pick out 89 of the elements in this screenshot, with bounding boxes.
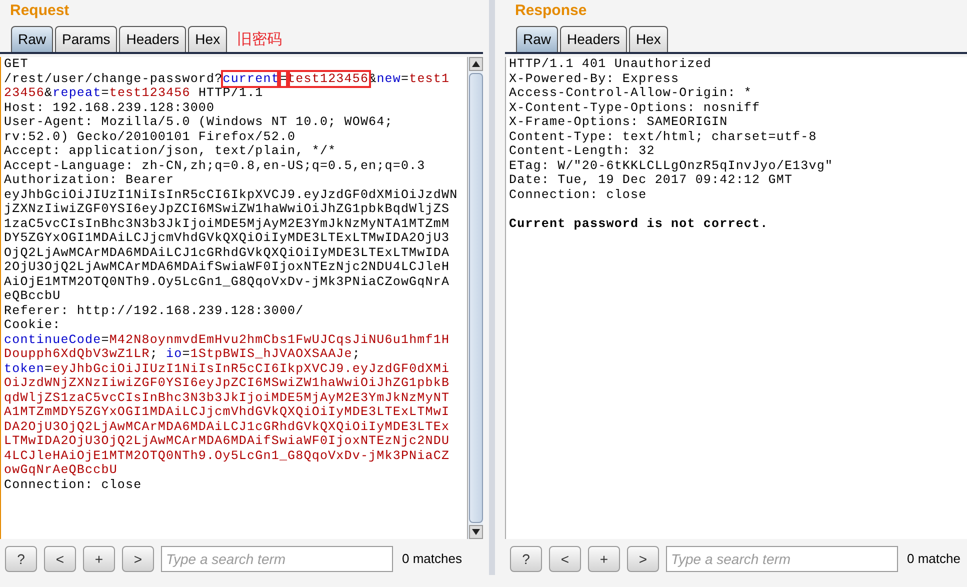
tab[interactable]: Hex	[188, 26, 228, 52]
match-count: 0 matche	[907, 550, 960, 568]
code-text: OiJzdWNjZXNzIiwiZGF0YSI6eyJpZCI6MSwiZW1haWwiOiJhZG1pbkB	[4, 376, 450, 390]
code-text: owGqNrAeQBccbU	[4, 463, 118, 477]
scroll-down-button[interactable]	[468, 525, 482, 539]
code-text: ;	[352, 347, 360, 361]
search-nav-button[interactable]: >	[122, 546, 154, 572]
code-text: &	[44, 86, 53, 100]
tab[interactable]: Raw	[11, 26, 54, 52]
code-text: io	[166, 347, 182, 361]
code-text: Accept-Language: zh-CN,zh;q=0.8,en-US;q=0.5,en;q=0.3	[4, 158, 426, 172]
code-text: M42N8oynmvdEmHvu2hmCbs1FwUJCqsJiNU6u1hmf1H	[109, 332, 450, 346]
code-text: Content-Type: text/html; charset=utf-8	[509, 130, 817, 144]
tab[interactable]: Hex	[628, 26, 668, 52]
search-nav-button[interactable]: +	[83, 546, 115, 572]
code-text: Current password is not correct.	[509, 216, 768, 230]
code-text: token	[4, 362, 45, 376]
code-text: =	[101, 332, 110, 346]
code-text: /rest/user/change-password?	[4, 72, 223, 86]
tab[interactable]: Headers	[560, 26, 627, 52]
code-text: 1StpBWIS_hJVAOXSAAJe	[190, 347, 352, 361]
highlighted-text: test123456	[288, 72, 369, 86]
code-text: continueCode	[4, 332, 102, 346]
code-text: Access-Control-Allow-Origin: *	[509, 86, 752, 100]
code-text: Authorization: Bearer	[4, 173, 174, 187]
code-text: Connection: close	[4, 478, 142, 492]
highlighted-text: current	[222, 72, 280, 86]
code-text: Content-Length: 32	[509, 144, 655, 158]
code-text: Connection: close	[509, 188, 647, 202]
code-text: test123456	[109, 86, 190, 100]
tab[interactable]: Params	[55, 26, 118, 52]
search-field[interactable]: Type a search term	[666, 546, 898, 572]
code-text: LTMwIDA2OjU3OjQ2LjAwMCArMDA6MDAifSwiaWF0IjoxNTEzNjc2NDU	[4, 434, 450, 448]
annotation-text: 旧密码	[237, 30, 282, 50]
code-text: DA2OjU3OjQ2LjAwMCArMDA6MDAiLCJ1cGRhdGVkQXQiOiIyMDE3LTEx	[4, 420, 450, 434]
scroll-up-button[interactable]	[468, 57, 482, 71]
code-text: new	[376, 72, 401, 86]
match-count: 0 matches	[402, 550, 462, 568]
tab[interactable]: Headers	[119, 26, 186, 52]
code-text: Date: Tue, 19 Dec 2017 09:42:12 GMT	[509, 173, 793, 187]
scrollbar-thumb[interactable]	[468, 73, 482, 523]
code-text: Referer: http://192.168.239.128:3000/	[4, 304, 304, 318]
code-text: X-Frame-Options: SAMEORIGIN	[509, 115, 728, 129]
code-text: X-Content-Type-Options: nosniff	[509, 100, 760, 114]
code-text: qdWljZS1zaC5vcCIsInBhc3N3b3JkIjoiMDE5MjAyM2E3YmJkNzMyNT	[4, 390, 450, 404]
search-nav-button[interactable]: ?	[510, 546, 542, 572]
up-triangle-icon	[472, 61, 480, 67]
code-text: eyJhbGciOiJIUzI1NiIsInR5cCI6IkpXVCJ9.eyJzdGF0dXMi	[52, 362, 450, 376]
code-text: 1zaC5vcCIsInBhc3N3b3JkIjoiMDE5MjAyM2E3YmJkNzMyNTA1MTZmM	[4, 216, 450, 230]
code-text: ;	[150, 347, 159, 361]
code-text: =	[182, 347, 190, 361]
code-text: Host: 192.168.239.128:3000	[4, 100, 215, 114]
code-text: =	[401, 72, 410, 86]
code-text: HTTP/1.1 401 Unauthorized	[509, 57, 712, 71]
code-text: A1MTZmMDY5ZGYxOGI1MDAiLCJjcmVhdGVkQXQiOiIyMDE3LTExLTMwI	[4, 405, 450, 419]
code-text: jZXNzIiwiZGF0YSI6eyJpZCI6MSwiZW1haWwiOiJhZG1pbkBqdWljZS	[4, 202, 450, 216]
search-nav-button[interactable]: >	[627, 546, 659, 572]
code-text: 23456	[4, 86, 45, 100]
code-text: repeat	[52, 86, 102, 100]
code-text: HTTP/1.1	[197, 86, 264, 100]
code-text: test1	[409, 72, 450, 86]
search-nav-button[interactable]: ?	[5, 546, 37, 572]
down-triangle-icon	[472, 529, 480, 535]
code-text: eyJhbGciOiJIUzI1NiIsInR5cCI6IkpXVCJ9.eyJzdGF0dXMiOiJzdWN	[4, 188, 458, 202]
tab[interactable]: Raw	[516, 26, 558, 52]
code-text: 2OjU3OjQ2LjAwMCArMDA6MDAifSwiaWF0IjoxNTEzNjc2NDU4LCJleH	[4, 260, 450, 274]
code-text: AiOjE1MTM2OTQ0NTh9.Oy5LcGn1_G8QqoVxDv-jMk3PNiaCZowGqNrA	[4, 274, 450, 288]
text-editor[interactable]	[0, 57, 483, 539]
code-text: =	[101, 86, 110, 100]
code-text: OjQ2LjAwMCArMDA6MDAiLCJ1cGRhdGVkQXQiOiIyMDE3LTExLTMwIDA	[4, 246, 450, 260]
code-text: rv:52.0) Gecko/20100101 Firefox/52.0	[4, 130, 296, 144]
code-text: =	[44, 362, 53, 376]
code-text: X-Powered-By: Express	[509, 72, 680, 86]
code-text: Doupph6XdQbV3wZ1LR	[4, 347, 150, 361]
code-text: DY5ZGYxOGI1MDAiLCJjcmVhdGVkQXQiOiIyMDE3LTExLTMwIDA2OjU3	[4, 231, 450, 245]
code-text: 4LCJleHAiOjE1MTM2OTQ0NTh9.Oy5LcGn1_G8QqoVxDv-jMk3PNiaCZ	[4, 448, 450, 462]
code-text: eQBccbU	[4, 289, 61, 303]
search-nav-button[interactable]: +	[588, 546, 620, 572]
code-text: ETag: W/"20-6tKKLCLLgOnzR5qInvJyo/E13vg"	[509, 158, 834, 172]
code-text: GET	[4, 57, 28, 71]
code-text: Cookie:	[4, 318, 61, 332]
search-field[interactable]: Type a search term	[161, 546, 393, 572]
code-text: User-Agent: Mozilla/5.0 (Windows NT 10.0; WOW64;	[4, 115, 393, 129]
scrollbar[interactable]	[467, 57, 483, 539]
search-nav-button[interactable]: <	[549, 546, 581, 572]
code-text: Accept: application/json, text/plain, */*	[4, 144, 336, 158]
pane-title: Request	[9, 1, 70, 21]
search-nav-button[interactable]: <	[44, 546, 76, 572]
pane-title: Response	[514, 1, 588, 21]
